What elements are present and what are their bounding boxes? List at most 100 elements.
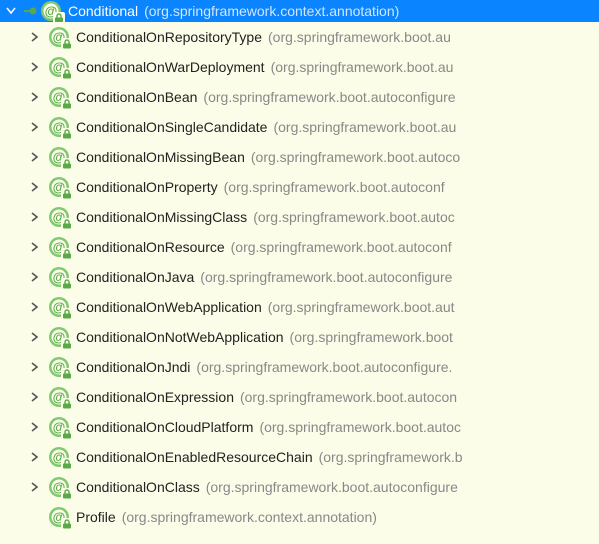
package-label: (org.springframework.b	[319, 449, 463, 465]
type-hierarchy-tree: Conditional (org.springframework.context…	[0, 0, 599, 532]
annotation-icon	[48, 86, 70, 108]
package-label: (org.springframework.boot.autoconf	[224, 179, 445, 195]
chevron-down-icon[interactable]	[4, 4, 18, 18]
type-name: ConditionalOnCloudPlatform	[76, 419, 253, 435]
type-name: ConditionalOnExpression	[76, 389, 234, 405]
tree-item-label: ConditionalOnResource(org.springframewor…	[76, 239, 452, 255]
chevron-right-icon[interactable]	[28, 270, 42, 284]
annotation-icon	[48, 236, 70, 258]
type-name: ConditionalOnJndi	[76, 359, 190, 375]
chevron-right-icon[interactable]	[28, 480, 42, 494]
package-label: (org.springframework.boot.au	[268, 29, 451, 45]
tree-item-label: ConditionalOnClass(org.springframework.b…	[76, 479, 458, 495]
package-label: (org.springframework.context.annotation)	[122, 509, 377, 525]
lock-icon	[61, 368, 73, 380]
type-name: ConditionalOnMissingClass	[76, 209, 247, 225]
annotation-icon	[48, 116, 70, 138]
tree-item[interactable]: Profile(org.springframework.context.anno…	[0, 502, 599, 532]
chevron-right-icon[interactable]	[28, 390, 42, 404]
chevron-right-icon[interactable]	[28, 30, 42, 44]
chevron-right-icon[interactable]	[28, 120, 42, 134]
tree-item-label: ConditionalOnWarDeployment (org.springfra…	[76, 59, 453, 75]
chevron-right-icon[interactable]	[28, 330, 42, 344]
tree-item-label: ConditionalOnJava(org.springframework.bo…	[76, 269, 452, 285]
chevron-right-icon[interactable]	[28, 240, 42, 254]
annotation-icon	[48, 416, 70, 438]
chevron-right-icon[interactable]	[28, 300, 42, 314]
tree-item[interactable]: ConditionalOnSingleCandidate(org.springf…	[0, 112, 599, 142]
tree-item-label: ConditionalOnExpression (org.springframew…	[76, 389, 457, 405]
connector-icon	[24, 4, 40, 18]
tree-children: ConditionalOnRepositoryType (org.springfr…	[0, 22, 599, 532]
type-name: ConditionalOnNotWebApplication	[76, 329, 284, 345]
chevron-right-icon[interactable]	[28, 60, 42, 74]
tree-root-row[interactable]: Conditional (org.springframework.context…	[0, 0, 599, 22]
tree-item[interactable]: ConditionalOnBean (org.springframework.bo…	[0, 82, 599, 112]
tree-item-label: ConditionalOnCloudPlatform(org.springfra…	[76, 419, 461, 435]
lock-icon	[61, 248, 73, 260]
package-label: (org.springframework.boot.aut	[268, 299, 455, 315]
annotation-icon	[48, 506, 70, 528]
tree-item-label: ConditionalOnWebApplication (org.springfr…	[76, 299, 455, 315]
chevron-right-icon[interactable]	[28, 150, 42, 164]
chevron-right-icon[interactable]	[28, 90, 42, 104]
lock-icon	[61, 278, 73, 290]
package-label: (org.springframework.boot.autoconfigure.	[196, 359, 452, 375]
tree-item-label: ConditionalOnEnabledResourceChain (org.sp…	[76, 449, 463, 465]
package-label: (org.springframework.boot.au	[271, 59, 454, 75]
lock-icon	[61, 98, 73, 110]
annotation-icon	[48, 296, 70, 318]
chevron-right-icon[interactable]	[28, 180, 42, 194]
lock-icon	[61, 518, 73, 530]
package-label: (org.springframework.boot.autoc	[253, 209, 455, 225]
tree-item[interactable]: ConditionalOnMissingBean(org.springframe…	[0, 142, 599, 172]
annotation-icon	[48, 206, 70, 228]
lock-icon	[61, 38, 73, 50]
chevron-right-icon[interactable]	[28, 450, 42, 464]
tree-item[interactable]: ConditionalOnRepositoryType (org.springfr…	[0, 22, 599, 52]
chevron-right-icon[interactable]	[28, 210, 42, 224]
annotation-icon	[48, 386, 70, 408]
lock-icon	[61, 488, 73, 500]
package-label: (org.springframework.boot.autoconfigure	[206, 479, 458, 495]
lock-icon	[61, 188, 73, 200]
type-name: ConditionalOnJava	[76, 269, 194, 285]
package-label: (org.springframework.boot.autoco	[251, 149, 460, 165]
type-name: ConditionalOnEnabledResourceChain	[76, 449, 313, 465]
lock-icon	[61, 158, 73, 170]
tree-item[interactable]: ConditionalOnClass(org.springframework.b…	[0, 472, 599, 502]
annotation-icon	[48, 266, 70, 288]
annotation-icon	[48, 176, 70, 198]
annotation-icon	[48, 56, 70, 78]
chevron-right-icon[interactable]	[28, 420, 42, 434]
tree-item[interactable]: ConditionalOnProperty(org.springframewor…	[0, 172, 599, 202]
annotation-icon	[48, 476, 70, 498]
package-label: (org.springframework.boot.autoconfigure	[203, 89, 455, 105]
tree-item-label: Profile(org.springframework.context.anno…	[76, 509, 377, 525]
tree-item[interactable]: ConditionalOnMissingClass (org.springfram…	[0, 202, 599, 232]
tree-item-label: ConditionalOnProperty(org.springframewor…	[76, 179, 445, 195]
tree-item[interactable]: ConditionalOnJndi (org.springframework.bo…	[0, 352, 599, 382]
lock-icon	[61, 338, 73, 350]
type-name: ConditionalOnWebApplication	[76, 299, 262, 315]
tree-item[interactable]: ConditionalOnNotWebApplication(org.sprin…	[0, 322, 599, 352]
type-name: ConditionalOnWarDeployment	[76, 59, 265, 75]
tree-item[interactable]: ConditionalOnWarDeployment (org.springfra…	[0, 52, 599, 82]
tree-item[interactable]: ConditionalOnExpression (org.springframew…	[0, 382, 599, 412]
tree-item[interactable]: ConditionalOnCloudPlatform(org.springfra…	[0, 412, 599, 442]
tree-root-label: Conditional (org.springframework.context…	[68, 3, 399, 19]
type-name: ConditionalOnBean	[76, 89, 197, 105]
tree-item-label: ConditionalOnSingleCandidate(org.springf…	[76, 119, 456, 135]
tree-item[interactable]: ConditionalOnEnabledResourceChain (org.sp…	[0, 442, 599, 472]
package-label: (org.springframework.boot.autocon	[240, 389, 457, 405]
lock-icon	[61, 428, 73, 440]
tree-item-label: ConditionalOnMissingBean(org.springframe…	[76, 149, 460, 165]
tree-item-label: ConditionalOnMissingClass (org.springfram…	[76, 209, 455, 225]
tree-item[interactable]: ConditionalOnJava(org.springframework.bo…	[0, 262, 599, 292]
tree-item-label: ConditionalOnNotWebApplication(org.sprin…	[76, 329, 453, 345]
tree-item[interactable]: ConditionalOnWebApplication (org.springfr…	[0, 292, 599, 322]
type-name: ConditionalOnRepositoryType	[76, 29, 262, 45]
chevron-right-icon[interactable]	[28, 360, 42, 374]
tree-item[interactable]: ConditionalOnResource(org.springframewor…	[0, 232, 599, 262]
tree-item-label: ConditionalOnJndi (org.springframework.bo…	[76, 359, 452, 375]
